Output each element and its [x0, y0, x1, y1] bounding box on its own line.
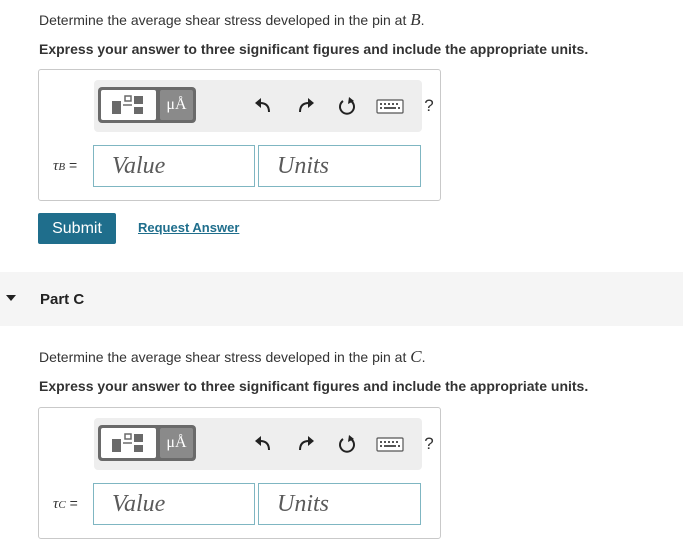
- help-button[interactable]: ?: [421, 431, 437, 457]
- help-icon: ?: [424, 434, 434, 453]
- help-icon: ?: [424, 96, 434, 115]
- part-c-header[interactable]: Part C: [0, 272, 683, 326]
- toolbar-button-group: μÅ: [98, 425, 196, 461]
- caret-down-icon: [6, 295, 16, 301]
- units-input[interactable]: Units: [258, 145, 421, 187]
- units-button[interactable]: μÅ: [160, 90, 193, 120]
- part-c-instruction: Express your answer to three significant…: [39, 378, 589, 394]
- part-b-answer-box: μÅ ? τB = Value Units: [38, 69, 441, 201]
- value-input[interactable]: Value: [93, 483, 255, 525]
- part-b-instruction: Express your answer to three significant…: [39, 41, 589, 57]
- value-input[interactable]: Value: [93, 145, 255, 187]
- templates-button[interactable]: [101, 90, 156, 120]
- toolbar-button-group: μÅ: [98, 87, 196, 123]
- units-icon: μÅ: [166, 434, 187, 451]
- part-c-answer-box: μÅ ? τC = Value Units: [38, 407, 441, 539]
- redo-icon[interactable]: [293, 93, 319, 119]
- equation-toolbar: μÅ ?: [94, 418, 434, 470]
- templates-icon: [112, 433, 143, 452]
- undo-icon[interactable]: [250, 93, 276, 119]
- reset-icon[interactable]: [334, 93, 360, 119]
- equation-toolbar: μÅ ?: [94, 80, 434, 132]
- units-icon: μÅ: [166, 96, 187, 113]
- tau-b-label: τB =: [53, 157, 78, 174]
- submit-button[interactable]: Submit: [38, 213, 116, 244]
- keyboard-icon[interactable]: [375, 93, 405, 119]
- tau-c-label: τC =: [53, 495, 78, 512]
- reset-icon[interactable]: [334, 431, 360, 457]
- templates-button[interactable]: [101, 428, 156, 458]
- request-answer-link[interactable]: Request Answer: [138, 220, 239, 235]
- part-b-question: Determine the average shear stress devel…: [39, 10, 425, 29]
- part-c-title: Part C: [40, 291, 85, 308]
- keyboard-icon[interactable]: [375, 431, 405, 457]
- units-input[interactable]: Units: [258, 483, 421, 525]
- redo-icon[interactable]: [293, 431, 319, 457]
- templates-icon: [112, 95, 143, 114]
- help-button[interactable]: ?: [421, 93, 437, 119]
- part-c-question: Determine the average shear stress devel…: [39, 347, 426, 366]
- undo-icon[interactable]: [250, 431, 276, 457]
- units-button[interactable]: μÅ: [160, 428, 193, 458]
